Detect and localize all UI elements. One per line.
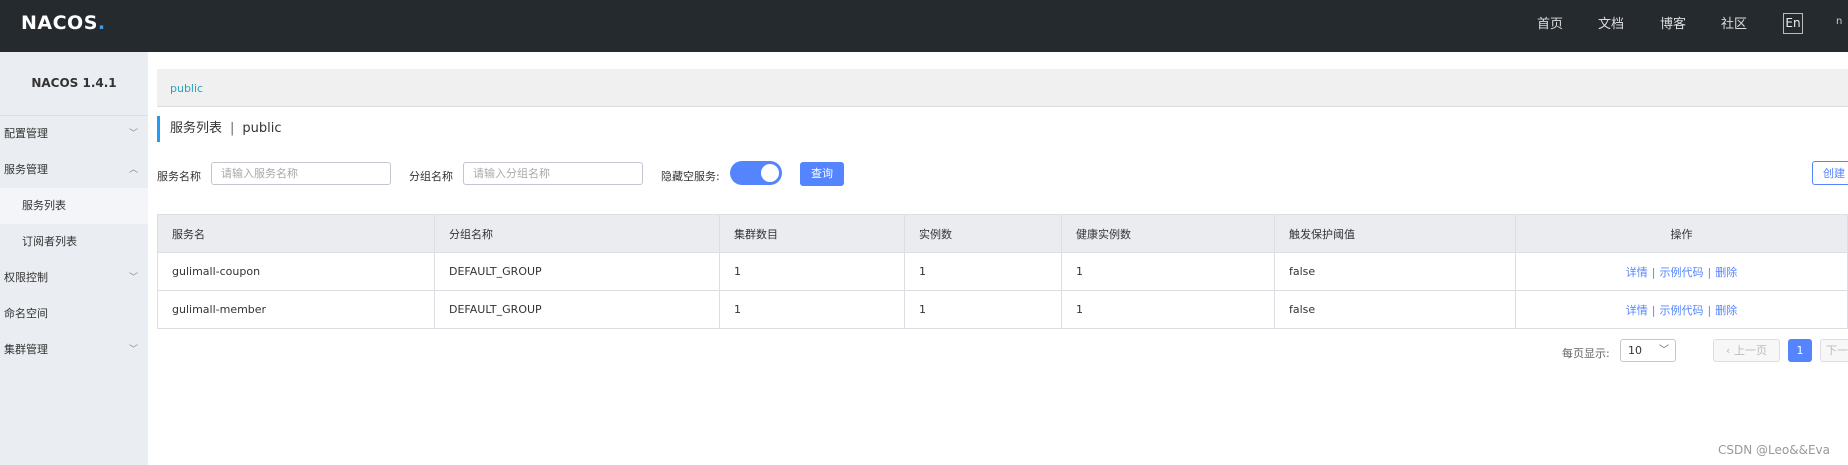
sidebar-item-label: 服务列表: [22, 199, 66, 212]
namespace-bar: public: [157, 69, 1848, 107]
chevron-down-icon: ﹀: [128, 129, 138, 139]
sidebar-item-config[interactable]: 配置管理 ﹀: [0, 116, 148, 152]
service-name-input[interactable]: [211, 162, 391, 185]
cell-service-name: gulimall-coupon: [157, 252, 435, 291]
nav-docs[interactable]: 文档: [1598, 13, 1624, 32]
chevron-down-icon: ﹀: [1659, 345, 1669, 356]
user-name[interactable]: n: [1836, 16, 1842, 27]
table-header-row: 服务名 分组名称 集群数目 实例数 健康实例数 触发保护阈值 操作: [157, 214, 1848, 253]
page-size-label: 每页显示:: [1562, 347, 1610, 360]
sidebar-item-label: 订阅者列表: [22, 235, 77, 248]
op-separator: |: [1707, 303, 1712, 317]
query-button[interactable]: 查询: [800, 162, 844, 186]
sidebar-item-service-list[interactable]: 服务列表: [0, 188, 148, 224]
chevron-up-icon: ︿: [128, 165, 138, 175]
cell-operations: 详情 | 示例代码 | 删除: [1515, 290, 1848, 329]
col-cluster-count: 集群数目: [719, 214, 905, 253]
nav-community[interactable]: 社区: [1721, 13, 1747, 32]
page-title: 服务列表 | public: [157, 116, 282, 142]
nav-blog[interactable]: 博客: [1660, 13, 1686, 32]
prev-page-button[interactable]: ‹ 上一页: [1713, 339, 1780, 362]
service-table: 服务名 分组名称 集群数目 实例数 健康实例数 触发保护阈值 操作 gulima…: [157, 214, 1848, 329]
toggle-knob: [761, 164, 779, 182]
create-service-button[interactable]: 创建: [1812, 161, 1848, 185]
delete-link[interactable]: 删除: [1715, 266, 1737, 279]
nacos-logo[interactable]: NACOS.: [21, 12, 106, 34]
title-separator: |: [230, 121, 235, 136]
col-healthy-count: 健康实例数: [1061, 214, 1275, 253]
top-navbar: NACOS. 首页 文档 博客 社区 En n: [0, 0, 1848, 52]
page-size-value: 10: [1628, 344, 1642, 357]
namespace-link-public[interactable]: public: [170, 82, 203, 95]
page-1-button[interactable]: 1: [1788, 339, 1812, 362]
chevron-down-icon: ﹀: [128, 273, 138, 283]
watermark: CSDN @Leo&&Eva: [1718, 443, 1830, 457]
nav-home[interactable]: 首页: [1537, 13, 1563, 32]
filter-bar: 服务名称 分组名称 隐藏空服务: 查询: [157, 160, 1757, 188]
detail-link[interactable]: 详情: [1626, 304, 1648, 317]
detail-link[interactable]: 详情: [1626, 266, 1648, 279]
sidebar-item-label: 集群管理: [4, 343, 48, 356]
op-separator: |: [1707, 265, 1712, 279]
table-row: gulimall-coupon DEFAULT_GROUP 1 1 1 fals…: [157, 252, 1848, 291]
op-separator: |: [1651, 265, 1656, 279]
sidebar-item-label: 服务管理: [4, 163, 48, 176]
chevron-left-icon: ‹: [1726, 344, 1734, 357]
sidebar-item-auth[interactable]: 权限控制 ﹀: [0, 260, 148, 296]
col-protect-threshold: 触发保护阈值: [1274, 214, 1516, 253]
sample-code-link[interactable]: 示例代码: [1660, 266, 1704, 279]
hide-empty-toggle[interactable]: [730, 161, 782, 185]
hide-empty-label: 隐藏空服务:: [661, 170, 720, 183]
prev-page-label: 上一页: [1733, 344, 1767, 357]
sample-code-link[interactable]: 示例代码: [1660, 304, 1704, 317]
sidebar-item-label: 权限控制: [4, 271, 48, 284]
col-service-name: 服务名: [157, 214, 435, 253]
sidebar-item-label: 配置管理: [4, 127, 48, 140]
chevron-down-icon: ﹀: [128, 345, 138, 355]
col-instance-count: 实例数: [904, 214, 1062, 253]
sidebar: NACOS 1.4.1 配置管理 ﹀ 服务管理 ︿ 服务列表 订阅者列表 权限控…: [0, 52, 148, 465]
sidebar-item-subscribers[interactable]: 订阅者列表: [0, 224, 148, 260]
cell-operations: 详情 | 示例代码 | 删除: [1515, 252, 1848, 291]
cell-service-name: gulimall-member: [157, 290, 435, 329]
cell-group-name: DEFAULT_GROUP: [434, 252, 720, 291]
page-title-text: 服务列表: [170, 121, 223, 136]
cell-cluster-count: 1: [719, 290, 905, 329]
cell-protect-threshold: false: [1274, 290, 1516, 329]
cell-protect-threshold: false: [1274, 252, 1516, 291]
version-label: NACOS 1.4.1: [0, 52, 148, 116]
delete-link[interactable]: 删除: [1715, 304, 1737, 317]
page-size-select[interactable]: 10 ﹀: [1620, 339, 1676, 362]
col-operations: 操作: [1515, 214, 1848, 253]
service-name-label: 服务名称: [157, 170, 201, 183]
cell-cluster-count: 1: [719, 252, 905, 291]
cell-healthy-count: 1: [1061, 290, 1275, 329]
sidebar-item-service[interactable]: 服务管理 ︿: [0, 152, 148, 188]
language-switch-button[interactable]: En: [1783, 13, 1803, 34]
cell-instance-count: 1: [904, 252, 1062, 291]
cell-instance-count: 1: [904, 290, 1062, 329]
page-namespace: public: [242, 121, 282, 136]
sidebar-item-namespace[interactable]: 命名空间: [0, 296, 148, 332]
next-page-button[interactable]: 下一页: [1820, 339, 1848, 362]
sidebar-item-label: 命名空间: [4, 307, 48, 320]
col-group-name: 分组名称: [434, 214, 720, 253]
cell-healthy-count: 1: [1061, 252, 1275, 291]
cell-group-name: DEFAULT_GROUP: [434, 290, 720, 329]
table-row: gulimall-member DEFAULT_GROUP 1 1 1 fals…: [157, 290, 1848, 329]
group-name-label: 分组名称: [409, 170, 453, 183]
group-name-input[interactable]: [463, 162, 643, 185]
op-separator: |: [1651, 303, 1656, 317]
sidebar-item-cluster[interactable]: 集群管理 ﹀: [0, 332, 148, 368]
